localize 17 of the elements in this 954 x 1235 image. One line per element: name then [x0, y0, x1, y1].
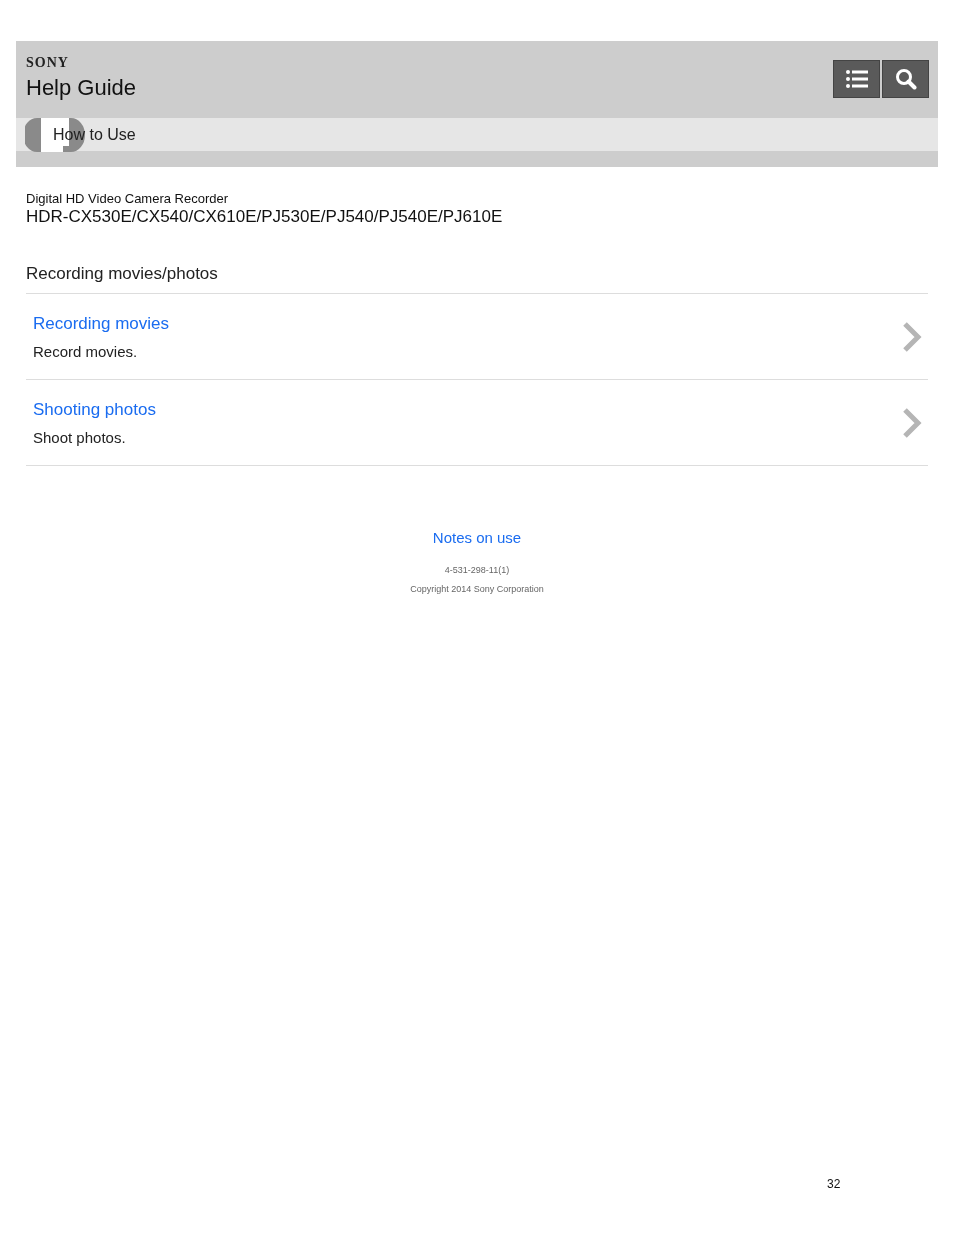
guide-title: Help Guide [26, 75, 137, 101]
topic-link[interactable]: Shooting photos [33, 400, 156, 420]
section-title: Recording movies/photos [26, 264, 928, 294]
topic-description: Record movies. [33, 343, 139, 360]
menu-button[interactable] [833, 60, 880, 98]
copyright-text: Copyright 2014 Sony Corporation [410, 584, 544, 594]
topic-link[interactable]: Recording movies [33, 314, 170, 334]
list-icon [844, 69, 869, 89]
brand-logo: SONY [26, 55, 70, 71]
product-category: Digital HD Video Camera Recorder [26, 191, 230, 206]
document-code: 4-531-298-11(1) [444, 565, 510, 575]
model-names: HDR-CX530E/CX540/CX610E/PJ530E/PJ540/PJ540E/PJ610E [26, 207, 504, 227]
page-number: 32 [827, 1177, 841, 1191]
search-button[interactable] [882, 60, 929, 98]
topic-description: Shoot photos. [33, 429, 127, 446]
notes-link[interactable]: Notes on use [432, 529, 522, 546]
search-icon [894, 68, 917, 90]
